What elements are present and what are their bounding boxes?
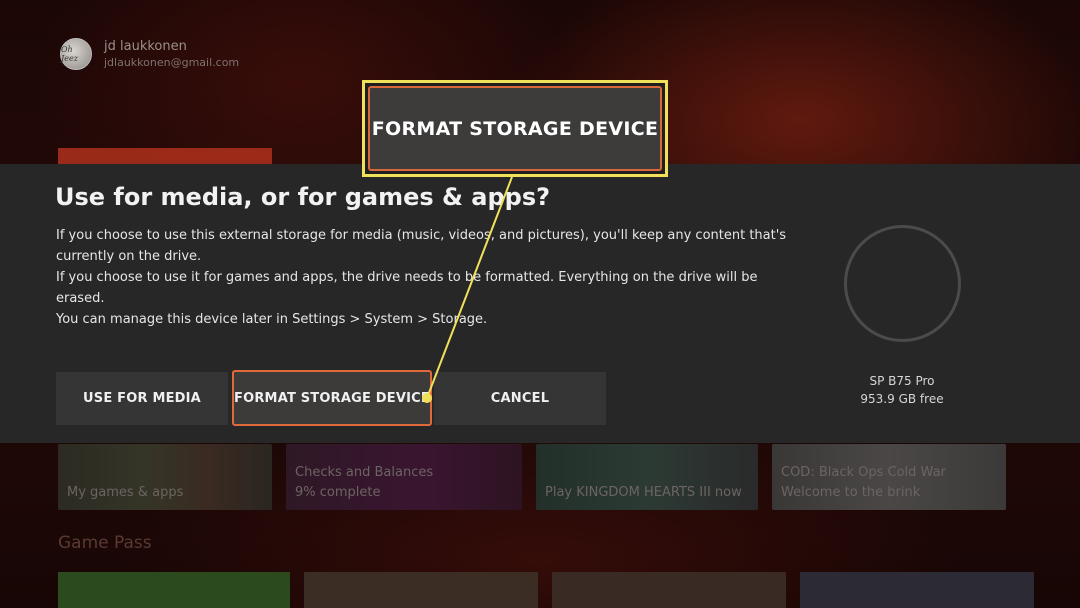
profile-name: jd laukkonen <box>104 39 187 54</box>
tile-label: My games & apps <box>67 484 184 500</box>
dialog-paragraph: If you choose to use this external stora… <box>56 228 787 264</box>
tile-label: Checks and Balances 9% complete <box>295 465 434 500</box>
tile-kingdom-hearts[interactable]: Play KINGDOM HEARTS III now <box>536 444 758 510</box>
dialog-body: If you choose to use this external stora… <box>56 225 796 330</box>
callout-highlight: FORMAT STORAGE DEVICE <box>362 80 668 177</box>
dialog-title: Use for media, or for games & apps? <box>55 183 551 211</box>
storage-free-space: 953.9 GB free <box>860 392 944 406</box>
cancel-button[interactable]: CANCEL <box>434 372 606 425</box>
dialog-actions: USE FOR MEDIA FORMAT STORAGE DEVICE CANC… <box>56 370 606 426</box>
avatar: Oh Jeez <box>60 38 92 70</box>
tile-my-games[interactable]: My games & apps <box>58 444 272 510</box>
dialog-paragraph: If you choose to use it for games and ap… <box>56 270 758 306</box>
profile[interactable]: Oh Jeez jd laukkonen jdlaukkonen@gmail.c… <box>60 38 239 70</box>
dialog-paragraph: You can manage this device later in Sett… <box>56 312 488 327</box>
tile-label: COD: Black Ops Cold War Welcome to the b… <box>781 465 946 500</box>
game-pass-row <box>58 572 1034 608</box>
dashboard-tiles: My games & apps Checks and Balances 9% c… <box>58 444 1006 510</box>
storage-device-name: SP B75 Pro <box>869 374 935 388</box>
game-pass-tile[interactable] <box>800 572 1034 608</box>
tile-label: Play KINGDOM HEARTS III now <box>545 484 742 500</box>
game-pass-tile[interactable] <box>304 572 538 608</box>
profile-email: jdlaukkonen@gmail.com <box>104 56 240 69</box>
profile-text: jd laukkonen jdlaukkonen@gmail.com <box>104 39 239 69</box>
game-pass-tile[interactable] <box>58 572 290 608</box>
use-for-media-button[interactable]: USE FOR MEDIA <box>56 372 228 425</box>
section-title-game-pass: Game Pass <box>58 533 152 553</box>
tile-cod[interactable]: COD: Black Ops Cold War Welcome to the b… <box>772 444 1006 510</box>
callout-label: FORMAT STORAGE DEVICE <box>368 86 662 171</box>
game-pass-tile[interactable] <box>552 572 786 608</box>
tile-checks-and-balances[interactable]: Checks and Balances 9% complete <box>286 444 522 510</box>
storage-device-icon <box>844 225 961 342</box>
format-storage-device-button[interactable]: FORMAT STORAGE DEVICE <box>232 370 432 426</box>
